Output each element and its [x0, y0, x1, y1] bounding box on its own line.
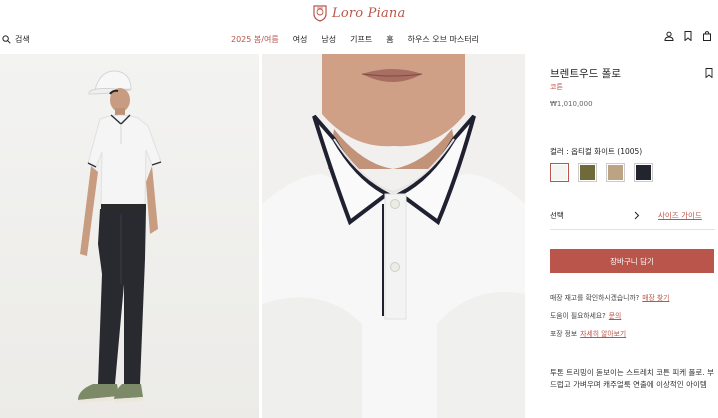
store-stock-text: 매장 재고를 확인하시겠습니까?	[550, 294, 640, 302]
main-nav: 2025 봄/여름 여성 남성 기프트 홈 하우스 오브 마스터리	[231, 34, 479, 45]
bookmark-icon[interactable]	[683, 31, 693, 41]
packaging-row: 포장 정보 자세히 알아보기	[550, 328, 626, 338]
product-price: ₩1,010,000	[550, 100, 593, 108]
help-row: 도움이 필요하세요? 문의	[550, 310, 621, 320]
collar-illustration	[262, 54, 525, 418]
swatch-optical-white[interactable]	[550, 163, 569, 182]
product-image-collar-detail[interactable]	[262, 54, 525, 418]
nav-item-men[interactable]: 남성	[321, 34, 336, 45]
product-details-panel: 브렌트우드 폴로 코튼 ₩1,010,000 컬러 : 옵티컬 화이트 (100…	[525, 54, 718, 418]
color-swatches	[550, 163, 653, 182]
swatch-olive[interactable]	[578, 163, 597, 182]
swatch-beige[interactable]	[606, 163, 625, 182]
packaging-learn-more-link[interactable]: 자세히 알아보기	[580, 330, 626, 338]
product-material: 코튼	[550, 83, 563, 91]
crest-icon	[313, 5, 327, 22]
store-stock-row: 매장 재고를 확인하시겠습니까? 매장 찾기	[550, 292, 669, 302]
brand-name: Loro Piana	[332, 5, 406, 21]
divider	[550, 229, 715, 230]
size-select[interactable]: 선택	[550, 210, 564, 221]
brand-logo[interactable]: Loro Piana	[312, 2, 405, 24]
wishlist-bookmark-icon[interactable]	[705, 68, 713, 78]
find-store-link[interactable]: 매장 찾기	[642, 294, 669, 302]
product-description: 투톤 트리밍이 돋보이는 스트레치 코튼 피케 폴로. 부드럽고 가벼우며 캐주…	[550, 368, 714, 389]
product-title: 브렌트우드 폴로	[550, 68, 621, 80]
color-label: 컬러 : 옵티컬 화이트 (1005)	[550, 147, 643, 156]
contact-link[interactable]: 문의	[609, 312, 622, 320]
nav-item-house-of-mastery[interactable]: 하우스 오브 마스터리	[408, 34, 479, 45]
chevron-right-icon[interactable]	[633, 211, 640, 220]
swatch-navy[interactable]	[634, 163, 653, 182]
packaging-text: 포장 정보	[550, 330, 578, 338]
search-button[interactable]: 검색	[2, 34, 30, 45]
user-icon[interactable]	[664, 31, 674, 41]
help-text: 도움이 필요하세요?	[550, 312, 606, 320]
size-guide-link[interactable]: 사이즈 가이드	[658, 210, 702, 221]
nav-item-ss2025[interactable]: 2025 봄/여름	[231, 34, 279, 45]
shopping-bag-icon[interactable]	[702, 31, 712, 41]
nav-item-women[interactable]: 여성	[293, 34, 308, 45]
add-to-cart-button[interactable]: 장바구니 담기	[550, 249, 714, 273]
model-illustration	[78, 70, 162, 403]
site-header: Loro Piana 검색 2025 봄/여름 여성 남성 기프트 홈 하우스 …	[0, 0, 718, 54]
header-actions	[664, 31, 712, 41]
nav-item-home[interactable]: 홈	[386, 34, 393, 45]
search-icon	[2, 35, 11, 44]
product-image-full-body[interactable]	[0, 54, 259, 418]
nav-item-gifts[interactable]: 기프트	[350, 34, 372, 45]
search-label: 검색	[15, 35, 30, 44]
